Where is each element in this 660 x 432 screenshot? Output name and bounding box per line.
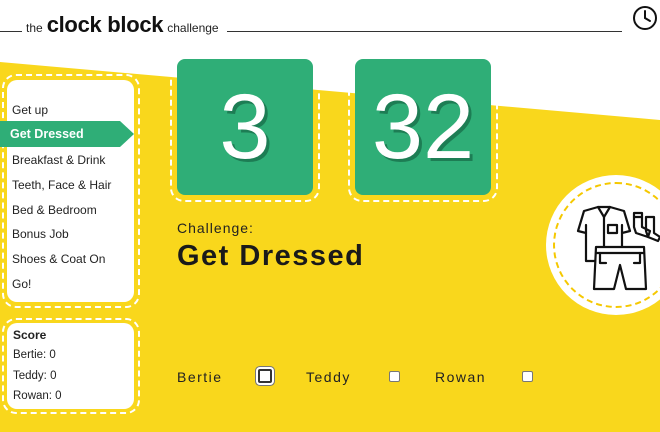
clock-icon[interactable]: [632, 5, 658, 31]
seconds-value: 32: [371, 76, 475, 178]
clothes-icon: [576, 205, 660, 291]
kid-name-teddy: Teddy: [306, 369, 351, 385]
menu-item-bed[interactable]: Bed & Bedroom: [12, 203, 97, 217]
menu-item-go[interactable]: Go!: [12, 277, 31, 291]
menu-item-teeth[interactable]: Teeth, Face & Hair: [12, 178, 111, 192]
header: the clock block challenge: [0, 0, 660, 42]
minutes-value: 3: [219, 76, 271, 178]
header-rule-right: [227, 31, 622, 32]
kid-name-bertie: Bertie: [177, 369, 223, 385]
menu-item-shoes[interactable]: Shoes & Coat On: [12, 252, 105, 266]
header-rule-left: [0, 31, 22, 32]
app-title: the clock block challenge: [26, 12, 219, 38]
score-bertie: Bertie: 0: [13, 349, 56, 361]
challenge-name: Get Dressed: [177, 240, 365, 272]
rowan-done-checkbox[interactable]: [522, 371, 533, 382]
seconds-tile: 32: [355, 59, 491, 195]
score-rowan: Rowan: 0: [13, 390, 62, 402]
menu-item-get-dressed[interactable]: Get Dressed: [10, 127, 84, 141]
challenge-label: Challenge:: [177, 220, 254, 236]
menu-item-bonus[interactable]: Bonus Job: [12, 227, 69, 241]
minutes-tile: 3: [177, 59, 313, 195]
score-title: Score: [13, 328, 47, 342]
kid-name-rowan: Rowan: [435, 369, 487, 385]
menu-item-breakfast[interactable]: Breakfast & Drink: [12, 153, 105, 167]
teddy-done-checkbox[interactable]: [389, 371, 400, 382]
brand-prefix: the: [26, 21, 43, 35]
menu-item-get-up[interactable]: Get up: [12, 103, 48, 117]
bertie-done-checkbox[interactable]: [258, 369, 272, 383]
brand-suffix: challenge: [167, 21, 219, 35]
score-teddy: Teddy: 0: [13, 370, 57, 382]
brand-main: clock block: [46, 12, 164, 37]
